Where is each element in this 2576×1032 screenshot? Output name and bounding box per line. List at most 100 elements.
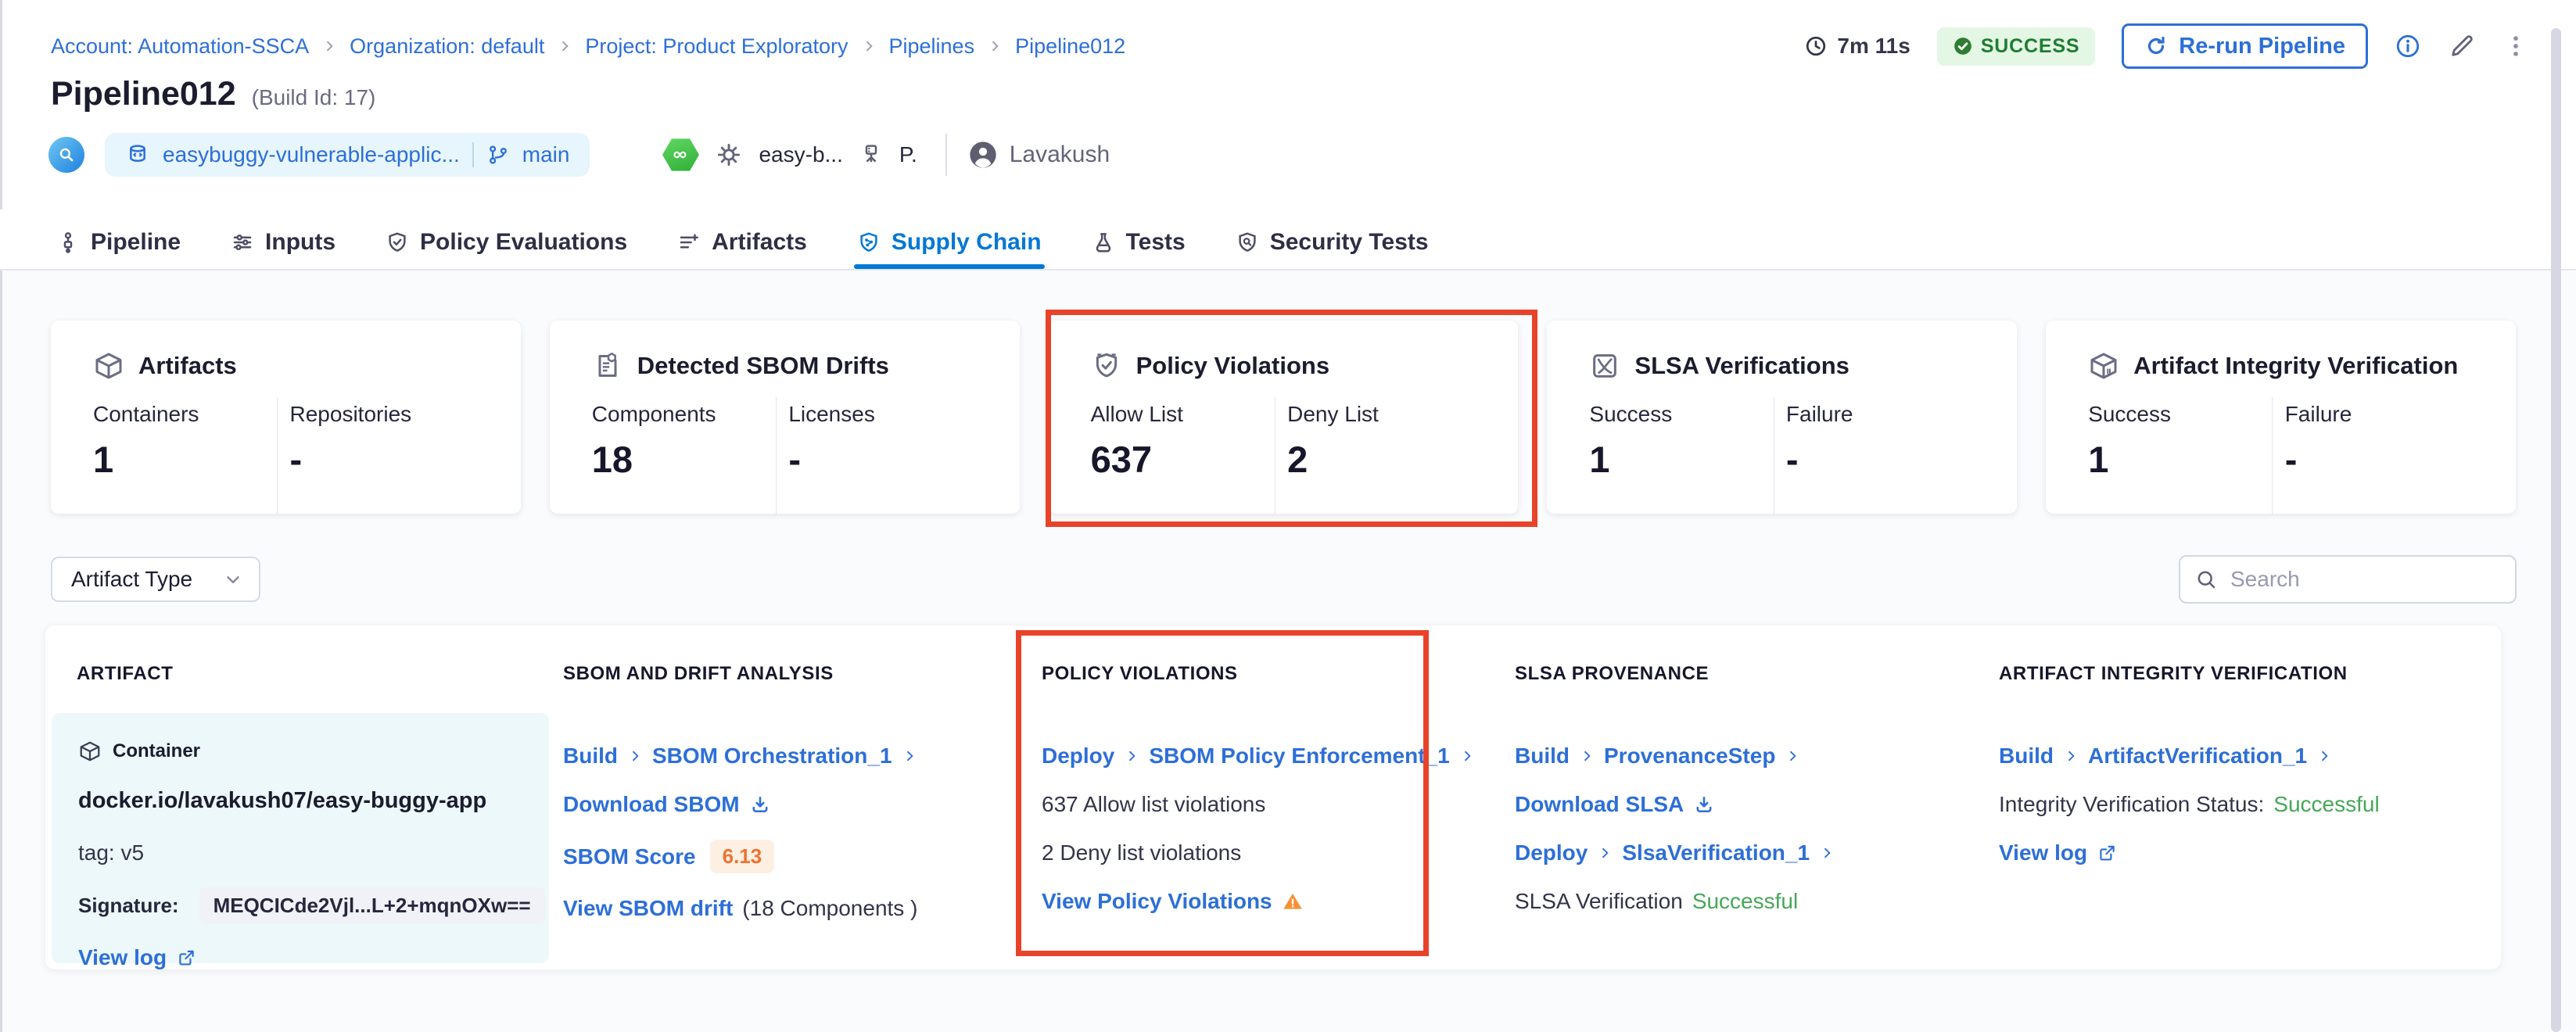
rerun-pipeline-button[interactable]: Re-run Pipeline — [2122, 23, 2368, 69]
kebab-menu-icon[interactable] — [2502, 33, 2529, 59]
view-log-link[interactable]: View log — [1999, 840, 2087, 865]
stat-label: Failure — [1786, 402, 1983, 427]
artifact-tag: tag: v5 — [78, 840, 549, 865]
step-link[interactable]: Build — [563, 744, 618, 769]
card-title: Policy Violations — [1136, 352, 1330, 380]
view-log-link[interactable]: View log — [78, 945, 167, 970]
tab-pipeline[interactable]: Pipeline — [53, 210, 184, 267]
slsa-verification-label: SLSA Verification — [1515, 889, 1683, 914]
pencil-icon[interactable] — [2448, 32, 2476, 60]
execution-tab-bar: Pipeline Inputs Policy Evaluations Artif… — [0, 210, 2576, 271]
branch-link[interactable]: main — [522, 142, 570, 167]
meta-divider — [945, 134, 947, 176]
stat-value: 18 — [592, 438, 789, 481]
top-bar: Account: Automation-SSCA Organization: d… — [51, 23, 2529, 69]
download-slsa-link[interactable]: Download SLSA — [1515, 792, 1684, 817]
step-link[interactable]: Deploy — [1515, 840, 1588, 865]
execution-duration: 7m 11s — [1804, 34, 1910, 59]
chevron-right-icon — [1579, 748, 1595, 764]
chevron-right-icon — [861, 38, 877, 54]
pill-divider — [472, 142, 474, 167]
integrity-status: Successful — [2273, 792, 2379, 817]
slsa-provenance-column: Build ProvenanceStep Download SLSA Deplo… — [1515, 743, 1984, 937]
stat-label: Allow List — [1091, 402, 1288, 427]
chevron-right-icon — [1124, 748, 1139, 764]
info-icon[interactable] — [2395, 33, 2421, 59]
step-link[interactable]: Deploy — [1042, 744, 1114, 769]
artifact-cell: Container docker.io/lavakush07/easy-bugg… — [52, 713, 549, 963]
chevron-right-icon — [1459, 748, 1475, 764]
card-title: Artifact Integrity Verification — [2133, 352, 2458, 380]
stat-label: Deny List — [1287, 402, 1484, 427]
artifact-image-name: docker.io/lavakush07/easy-buggy-app — [78, 788, 549, 814]
clock-icon — [1804, 34, 1828, 58]
step-link[interactable]: SBOM Policy Enforcement_1 — [1149, 744, 1449, 769]
execution-env-ref: P. — [899, 142, 917, 167]
breadcrumb-project[interactable]: Project: Product Exploratory — [585, 34, 848, 59]
git-branch-icon — [486, 143, 510, 167]
stat-value: 2 — [1287, 438, 1484, 481]
view-sbom-drift-link[interactable]: View SBOM drift — [563, 896, 733, 921]
stat-value: - — [290, 438, 487, 481]
tab-policy-evaluations[interactable]: Policy Evaluations — [382, 210, 630, 267]
card-policy-violations: Policy Violations Allow List 637 Deny Lis… — [1049, 321, 1519, 514]
sbom-drift-count: (18 Components ) — [742, 896, 917, 921]
user-name: Lavakush — [1010, 142, 1110, 168]
stat-value: - — [1786, 438, 1983, 481]
view-policy-violations-link[interactable]: View Policy Violations — [1042, 889, 1272, 914]
stat-value: - — [788, 438, 985, 481]
step-link[interactable]: SlsaVerification_1 — [1622, 840, 1810, 865]
user-avatar-icon — [967, 139, 999, 170]
search-icon — [2194, 568, 2218, 591]
tab-label: Policy Evaluations — [420, 229, 627, 256]
artifact-type-dropdown[interactable]: Artifact Type — [51, 557, 260, 602]
breadcrumb-pipelines[interactable]: Pipelines — [889, 34, 975, 59]
signature-value[interactable]: MEQCICde2Vjl...L+2+mqnOXw== — [199, 887, 545, 924]
sbom-score-link[interactable]: SBOM Score — [563, 844, 696, 869]
tab-label: Artifacts — [712, 229, 807, 256]
tab-label: Tests — [1126, 229, 1186, 256]
vertical-scrollbar[interactable] — [2551, 28, 2561, 1032]
step-link[interactable]: SBOM Orchestration_1 — [652, 744, 892, 769]
artifact-type-label: Artifact Type — [71, 567, 192, 592]
stat-label: Components — [592, 402, 789, 427]
breadcrumb-organization[interactable]: Organization: default — [350, 34, 544, 59]
trigger-avatar-icon — [48, 137, 84, 173]
card-sbom-drifts: Detected SBOM Drifts Components18 Licens… — [550, 321, 1020, 514]
container-icon — [78, 740, 102, 763]
search-input[interactable] — [2229, 566, 2514, 593]
breadcrumb-current-pipeline[interactable]: Pipeline012 — [1015, 34, 1125, 59]
breadcrumb-account[interactable]: Account: Automation-SSCA — [51, 34, 309, 59]
repo-link[interactable]: easybuggy-vulnerable-applic... — [163, 142, 460, 167]
chevron-right-icon — [2316, 748, 2332, 764]
download-sbom-link[interactable]: Download SBOM — [563, 792, 740, 817]
stat-label: Repositories — [290, 402, 487, 427]
tab-supply-chain[interactable]: Supply Chain — [854, 210, 1045, 267]
card-slsa-verifications: SLSA Verifications Success1 Failure- — [1547, 321, 2017, 514]
summary-cards: Artifacts Containers1 Repositories- Dete… — [51, 321, 2516, 514]
column-header-policy-violations: POLICY VIOLATIONS — [1042, 663, 1238, 685]
harness-hexagon-icon — [662, 138, 699, 172]
artifacts-tab-icon — [677, 231, 701, 254]
step-link[interactable]: ProvenanceStep — [1604, 744, 1775, 769]
step-link[interactable]: Build — [1515, 744, 1570, 769]
stat-value: 1 — [2088, 438, 2285, 481]
chevron-right-icon — [627, 748, 643, 764]
step-link[interactable]: ArtifactVerification_1 — [2088, 744, 2307, 769]
chevron-right-icon — [2063, 748, 2079, 764]
stat-value: 1 — [93, 438, 290, 481]
step-link[interactable]: Build — [1999, 744, 2054, 769]
tab-security-tests[interactable]: Security Tests — [1232, 210, 1432, 267]
duration-text: 7m 11s — [1837, 34, 1910, 59]
card-title: SLSA Verifications — [1634, 352, 1849, 380]
search-box — [2179, 555, 2517, 604]
tab-tests[interactable]: Tests — [1089, 210, 1189, 267]
slsa-verification-status: Successful — [1692, 889, 1798, 914]
tab-artifacts[interactable]: Artifacts — [674, 210, 810, 267]
download-icon — [749, 794, 771, 815]
signature-label: Signature: — [78, 894, 179, 918]
tab-label: Security Tests — [1270, 229, 1429, 256]
stat-label: Success — [1589, 402, 1786, 427]
tab-inputs[interactable]: Inputs — [228, 210, 339, 267]
stat-value: 637 — [1091, 438, 1288, 481]
